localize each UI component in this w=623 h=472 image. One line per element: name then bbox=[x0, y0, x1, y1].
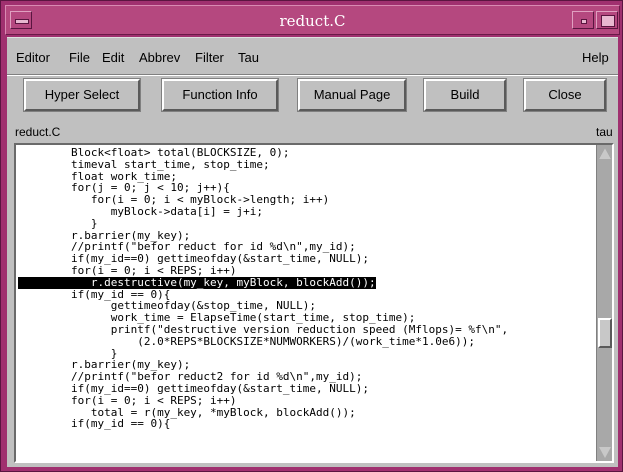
code-line[interactable]: } bbox=[18, 217, 596, 230]
menu-bar: Editor File Edit Abbrev Filter Tau Help bbox=[7, 37, 618, 76]
tool-name-label: tau bbox=[596, 125, 613, 139]
close-button[interactable]: Close bbox=[524, 79, 606, 111]
code-line[interactable]: timeval start_time, stop_time; bbox=[18, 158, 596, 171]
code-text-area[interactable]: Block<float> total(BLOCKSIZE, 0); timeva… bbox=[18, 147, 596, 461]
build-button[interactable]: Build bbox=[424, 79, 506, 111]
menu-editor[interactable]: Editor bbox=[16, 50, 50, 65]
code-editor[interactable]: Block<float> total(BLOCKSIZE, 0); timeva… bbox=[14, 143, 614, 463]
menu-help[interactable]: Help bbox=[582, 50, 609, 65]
code-line[interactable]: if(my_id==0) gettimeofday(&start_time, N… bbox=[18, 383, 596, 395]
menu-filter[interactable]: Filter bbox=[195, 50, 224, 65]
code-line[interactable]: for(i = 0; i < REPS; i++) bbox=[18, 394, 596, 407]
code-line[interactable]: (2.0*REPS*BLOCKSIZE*NUMWORKERS)/(work_ti… bbox=[18, 335, 596, 348]
code-line[interactable]: for(i = 0; i < REPS; i++) bbox=[18, 265, 596, 277]
menu-abbrev[interactable]: Abbrev bbox=[139, 50, 180, 65]
vertical-scrollbar[interactable] bbox=[596, 145, 612, 461]
menu-file[interactable]: File bbox=[69, 50, 90, 65]
scroll-up-arrow-icon[interactable] bbox=[598, 146, 612, 161]
window-title: reduct.C bbox=[279, 12, 346, 30]
client-area: Editor File Edit Abbrev Filter Tau Help … bbox=[7, 37, 618, 467]
code-line[interactable]: myBlock->data[i] = j+i; bbox=[18, 206, 596, 218]
code-line[interactable]: if(my_id == 0){ bbox=[18, 418, 596, 430]
manual-page-button[interactable]: Manual Page bbox=[298, 79, 406, 111]
menu-divider bbox=[7, 75, 618, 76]
editor-window: reduct.C Editor File Edit Abbrev Filter … bbox=[0, 0, 623, 472]
code-line[interactable]: printf("destructive version reduction sp… bbox=[18, 324, 596, 336]
minimize-icon[interactable] bbox=[572, 11, 594, 29]
menu-tau[interactable]: Tau bbox=[238, 50, 259, 65]
file-name-label: reduct.C bbox=[15, 125, 61, 139]
code-line[interactable]: r.destructive(my_key, myBlock, blockAdd(… bbox=[18, 276, 596, 289]
selected-code-line[interactable]: r.destructive(my_key, myBlock, blockAdd(… bbox=[18, 276, 376, 289]
function-info-button[interactable]: Function Info bbox=[162, 79, 278, 111]
scroll-down-arrow-icon[interactable] bbox=[598, 445, 612, 460]
hyper-select-button[interactable]: Hyper Select bbox=[24, 79, 140, 111]
maximize-icon[interactable] bbox=[596, 11, 618, 29]
title-bar[interactable]: reduct.C bbox=[5, 5, 620, 35]
menu-edit[interactable]: Edit bbox=[102, 50, 124, 65]
scrollbar-thumb[interactable] bbox=[598, 318, 612, 349]
